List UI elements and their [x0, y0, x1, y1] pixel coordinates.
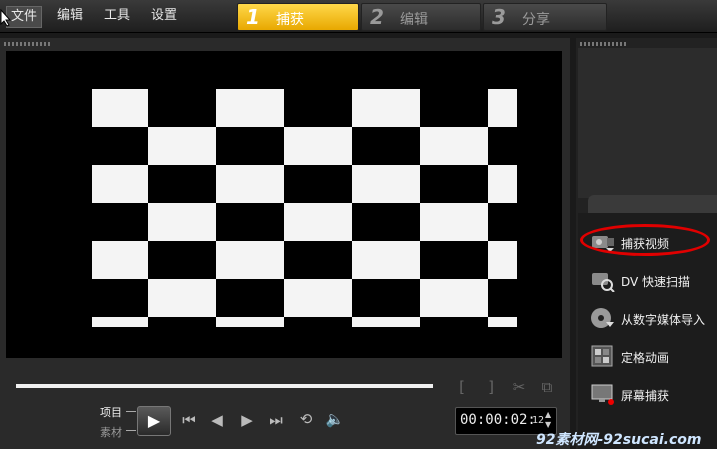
- step-number: 2: [370, 5, 384, 29]
- checker-square: [148, 203, 216, 241]
- checker-square: [488, 165, 517, 203]
- step-tab-capture[interactable]: 1 捕获: [237, 3, 359, 31]
- checker-square: [148, 127, 216, 165]
- checker-square: [352, 317, 420, 327]
- panel-grip-icon[interactable]: [580, 42, 626, 46]
- checker-square: [92, 317, 148, 327]
- top-menu-bar: 文件 编辑 工具 设置 1 捕获 2 编辑 3 分享: [0, 0, 717, 33]
- timecode-frames: 12: [532, 415, 545, 426]
- mode-connector: [126, 411, 136, 412]
- action-label: DV 快速扫描: [621, 275, 691, 289]
- checker-square: [420, 279, 488, 317]
- stop-motion-icon: [591, 345, 613, 367]
- checker-square: [488, 241, 517, 279]
- video-preview-screen: [6, 51, 562, 358]
- play-icon: ▶: [147, 411, 161, 430]
- go-to-end-icon[interactable]: ⏭: [267, 411, 285, 429]
- mouse-cursor-icon: [0, 9, 12, 27]
- checker-square: [92, 89, 148, 127]
- previous-frame-icon[interactable]: ◀: [208, 411, 226, 429]
- mode-connector: [126, 430, 136, 431]
- go-to-start-icon[interactable]: ⏮: [180, 411, 198, 429]
- stop-motion-action[interactable]: 定格动画: [578, 342, 717, 372]
- checker-square: [148, 279, 216, 317]
- options-area: [578, 48, 717, 198]
- menu-settings[interactable]: 设置: [147, 6, 181, 26]
- watermark-text: 92素材网-92sucai.com: [536, 432, 702, 448]
- step-label: 编辑: [400, 12, 428, 28]
- checker-square: [488, 317, 517, 327]
- checker-square: [420, 127, 488, 165]
- split-icon[interactable]: ✂: [510, 378, 528, 396]
- checker-square: [92, 241, 148, 279]
- step-tab-edit[interactable]: 2 编辑: [361, 3, 481, 31]
- step-tab-share[interactable]: 3 分享: [483, 3, 607, 31]
- scrub-bar[interactable]: [16, 384, 433, 388]
- preview-panel: [ ] ✂ ⧉ 项目 素材 ▶ ⏮ ◀ ▶ ⏭ ⟲ 🔈 00:00:02: 12…: [0, 38, 570, 449]
- copy-icon[interactable]: ⧉: [538, 378, 556, 396]
- timecode-text: 00:00:02:: [460, 412, 536, 428]
- checker-square: [284, 127, 352, 165]
- menu-tools[interactable]: 工具: [100, 6, 134, 26]
- step-label: 捕获: [276, 12, 304, 28]
- checker-square: [92, 165, 148, 203]
- checker-square: [488, 89, 517, 127]
- dv-quick-scan-icon: [592, 273, 615, 292]
- checker-square: [216, 89, 284, 127]
- import-from-digital-media-icon: [591, 308, 614, 328]
- mode-clip-label[interactable]: 素材: [100, 424, 122, 440]
- checker-square: [420, 203, 488, 241]
- menu-edit[interactable]: 编辑: [53, 6, 87, 26]
- screen-capture-icon: [591, 384, 614, 405]
- checker-square: [352, 241, 420, 279]
- play-button[interactable]: ▶: [137, 406, 171, 436]
- red-highlight-ellipse: [580, 224, 710, 256]
- action-label: 定格动画: [621, 351, 670, 365]
- step-label: 分享: [522, 12, 550, 28]
- screen-capture-action[interactable]: 屏幕捕获: [578, 380, 717, 410]
- panel-grip-icon[interactable]: [4, 42, 50, 46]
- checker-square: [352, 89, 420, 127]
- volume-icon[interactable]: 🔈: [325, 410, 345, 428]
- import-from-digital-media-action[interactable]: 从数字媒体导入: [578, 304, 717, 334]
- mark-out-icon[interactable]: ]: [484, 378, 498, 396]
- checkerboard-test-pattern: [92, 89, 517, 327]
- checker-square: [284, 279, 352, 317]
- next-frame-icon[interactable]: ▶: [238, 411, 256, 429]
- mark-in-icon[interactable]: [: [455, 378, 469, 396]
- action-label: 屏幕捕获: [621, 389, 670, 403]
- step-number: 1: [246, 5, 260, 29]
- mode-project-label[interactable]: 项目: [100, 404, 122, 420]
- dv-quick-scan-action[interactable]: DV 快速扫描: [578, 266, 717, 296]
- action-label: 从数字媒体导入: [621, 313, 706, 327]
- repeat-icon[interactable]: ⟲: [296, 410, 316, 428]
- checker-square: [216, 317, 284, 327]
- checker-square: [352, 165, 420, 203]
- checker-square: [284, 203, 352, 241]
- checker-square: [216, 241, 284, 279]
- timecode-spinner-icon[interactable]: ▲ ▼: [545, 410, 551, 430]
- checker-square: [216, 165, 284, 203]
- step-number: 3: [492, 5, 506, 29]
- options-tab[interactable]: [588, 195, 717, 213]
